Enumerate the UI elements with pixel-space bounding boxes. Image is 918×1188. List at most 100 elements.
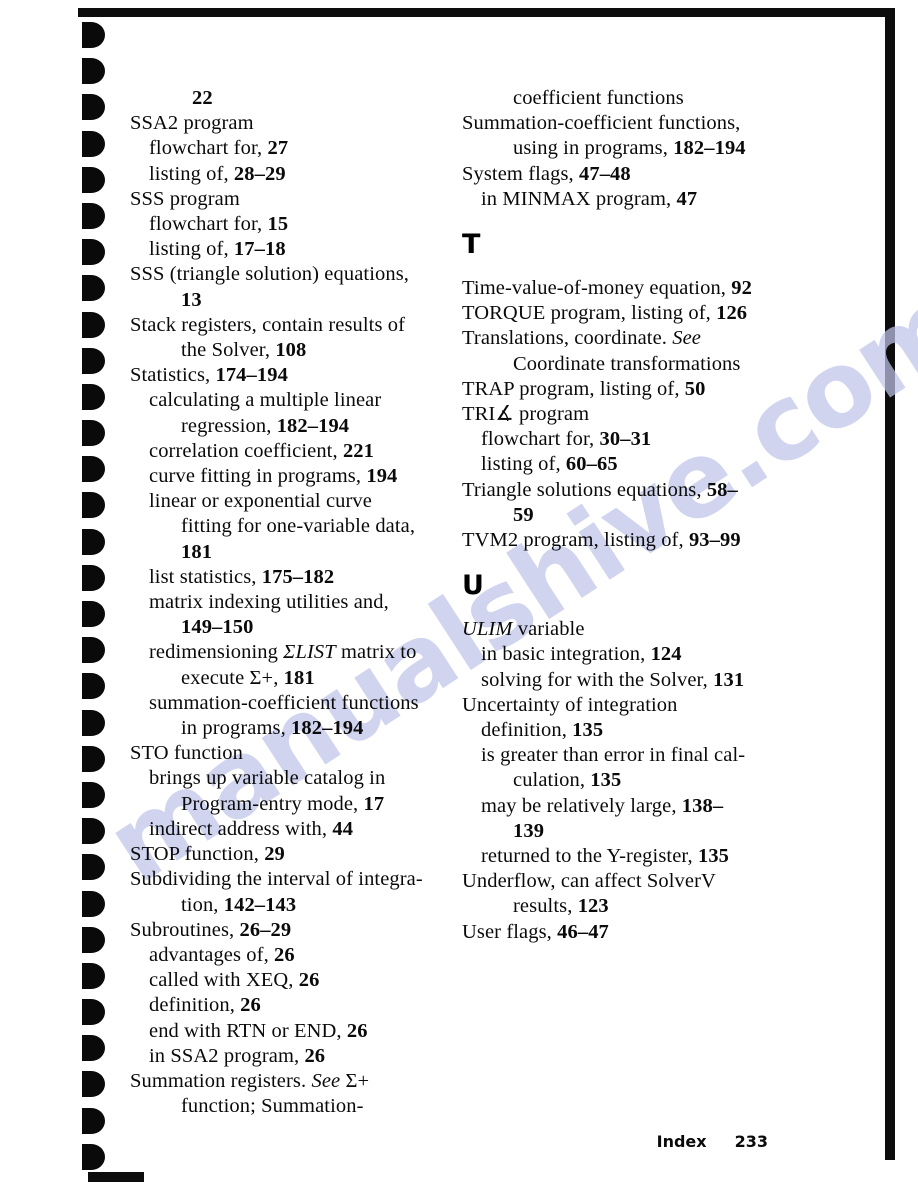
binding-hole	[82, 22, 105, 48]
index-entry: in programs, 182–194	[130, 716, 426, 741]
scanned-index-page: manualshive.com 22 SSA2 program flowchart …	[0, 0, 918, 1188]
entry-text: may be relatively large,	[481, 794, 682, 817]
page-footer: Index 233	[0, 1132, 886, 1151]
entry-text: function; Summation-	[181, 1095, 364, 1118]
index-entry: function; Summation-	[130, 1094, 426, 1119]
page-reference: 26	[274, 943, 295, 966]
entry-text: listing of,	[149, 238, 234, 261]
entry-text: called with XEQ,	[149, 969, 299, 992]
index-entry: Subdividing the interval of integra-	[130, 867, 426, 892]
page-reference: 13	[181, 288, 202, 311]
index-entry: SSA2 program	[130, 111, 426, 136]
binding-hole	[82, 1071, 105, 1098]
left-column: 22 SSA2 program flowchart for, 27 listing o…	[130, 86, 426, 1117]
emphasized-term: ΣLIST	[283, 641, 336, 664]
entry-text: calculating a multiple linear	[149, 389, 382, 412]
index-entry: matrix indexing utilities and,	[130, 590, 426, 615]
entry-text: linear or exponential curve	[149, 490, 372, 513]
index-entry: curve fitting in programs, 194	[130, 464, 426, 489]
binding-hole	[82, 745, 105, 772]
entry-text: listing of,	[481, 453, 566, 476]
binding-hole	[82, 311, 105, 338]
entry-text: Time-value-of-money equation,	[462, 277, 732, 300]
emphasized-term: See	[311, 1069, 341, 1092]
index-entry: tion, 142–143	[130, 893, 426, 918]
footer-page-number: 233	[734, 1132, 768, 1151]
entry-text: User flags,	[462, 920, 558, 943]
binding-hole	[82, 420, 105, 447]
page-reference: 92	[731, 277, 752, 300]
entry-text: correlation coefficient,	[149, 439, 343, 462]
binding-hole	[82, 383, 105, 410]
entry-text: in SSA2 program,	[149, 1044, 305, 1067]
index-entry: 139	[462, 819, 758, 844]
index-entry: definition, 135	[462, 718, 758, 743]
entry-text: solving for with the Solver,	[481, 668, 714, 691]
page-reference: 22	[192, 87, 213, 109]
index-entry: may be relatively large, 138–	[462, 794, 758, 819]
index-entry: 149–150	[130, 615, 426, 640]
entry-text: in programs,	[181, 717, 292, 740]
entry-text: summation-coefficient functions	[149, 691, 419, 714]
page-reference: 46–47	[557, 920, 609, 943]
index-entry: flowchart for, 30–31	[462, 427, 758, 452]
binding-hole	[82, 854, 105, 881]
entry-text: SSS program	[130, 187, 240, 210]
entry-text: Subroutines,	[130, 918, 240, 941]
page-reference: 28–29	[233, 162, 286, 185]
index-entry: TRAP program, listing of, 50	[462, 377, 758, 402]
entry-text: Underflow, can affect SolverV	[462, 870, 716, 893]
page-reference: 149–150	[181, 616, 254, 639]
entry-text: Stack registers, contain results of	[130, 313, 406, 336]
entry-text: TORQUE program, listing of,	[462, 302, 717, 325]
entry-text: matrix to	[335, 641, 417, 664]
index-entry: brings up variable catalog in	[130, 766, 426, 791]
section-heading-t: T	[462, 229, 481, 261]
page-reference: 135	[697, 845, 730, 868]
entry-text: SSS (triangle solution) equations,	[130, 263, 409, 286]
page-reference: 29	[264, 843, 285, 866]
page-reference: 135	[590, 769, 622, 792]
index-entry: Summation registers. See Σ+	[130, 1069, 426, 1094]
index-entry: Triangle solutions equations, 58–	[462, 478, 758, 503]
page-reference: 26–29	[239, 918, 292, 941]
binding-hole	[82, 275, 105, 302]
entry-text: curve fitting in programs,	[149, 465, 367, 488]
index-entry: TRI∡ program	[462, 402, 758, 427]
page-reference: 27	[267, 137, 289, 160]
page-reference: 221	[342, 439, 374, 462]
index-entry: 22	[130, 86, 426, 111]
entry-text: definition,	[149, 994, 241, 1017]
emphasized-term: ULIM	[462, 618, 513, 641]
entry-text: Coordinate transformations	[513, 352, 741, 375]
page-reference: 135	[572, 719, 604, 742]
index-entry: STOP function, 29	[130, 842, 426, 867]
entry-text: execute Σ+,	[181, 666, 284, 689]
page-reference: 26	[240, 994, 261, 1017]
entry-text: brings up variable catalog in	[149, 767, 386, 790]
binding-hole	[82, 58, 105, 85]
page-reference: 124	[650, 643, 682, 666]
index-entry: results, 123	[462, 894, 758, 919]
index-entry: calculating a multiple linear	[130, 388, 426, 413]
entry-text: using in programs,	[513, 137, 674, 160]
index-entry: listing of, 17–18	[130, 237, 426, 262]
index-entry: listing of, 60–65	[462, 452, 758, 477]
entry-text: Translations, coordinate.	[462, 327, 673, 350]
page-reference: 59	[513, 503, 534, 526]
index-entry: in MINMAX program, 47	[462, 187, 758, 212]
index-entry: Time-value-of-money equation, 92	[462, 276, 758, 301]
index-entry: correlation coefficient, 221	[130, 439, 426, 464]
binding-hole	[82, 1035, 105, 1062]
page-reference: 17–18	[233, 238, 286, 261]
page-reference: 26	[346, 1019, 368, 1042]
entry-text: Summation-coefficient functions,	[462, 112, 741, 135]
binding-hole	[82, 999, 105, 1026]
page-reference: 131	[713, 668, 745, 691]
scan-border-top	[78, 8, 894, 17]
binding-hole	[82, 456, 105, 483]
entry-text: SSA2 program	[130, 112, 254, 135]
entry-text: Subdividing the interval of integra-	[130, 868, 423, 891]
index-entry: flowchart for, 15	[130, 212, 426, 237]
binding-hole	[82, 528, 105, 555]
